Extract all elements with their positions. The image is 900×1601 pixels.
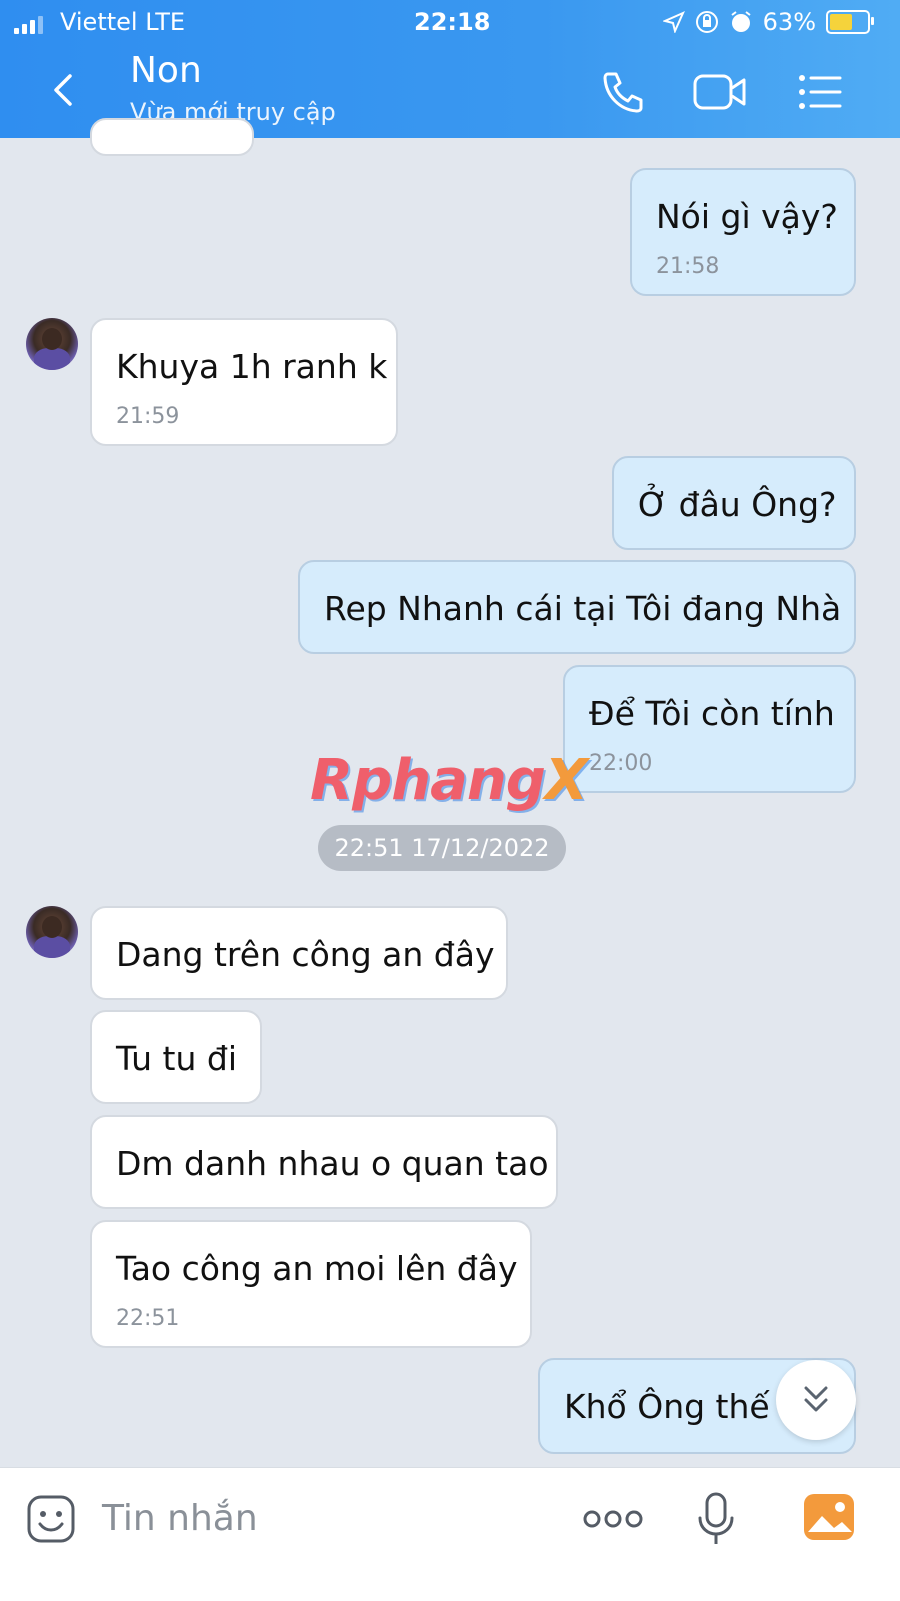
more-icon[interactable] [582,1504,644,1534]
message-text: Tu tu đi [116,1039,238,1078]
message-list[interactable]: Nói gì vậy? 21:58 Khuya 1h ranh k 21:59 … [0,118,900,1498]
message-bubble-in[interactable]: Dm danh nhau o quan tao [90,1115,558,1209]
rotation-lock-icon [695,11,718,33]
contact-avatar[interactable] [26,318,78,370]
microphone-icon[interactable] [694,1490,738,1550]
message-bubble-in[interactable]: Tao công an moi lên đây 22:51 [90,1220,532,1348]
message-text: Tao công an moi lên đây [116,1249,518,1288]
carrier-label: Viettel LTE [60,8,186,36]
battery-percent: 63% [762,8,816,36]
message-bubble-out[interactable]: Nói gì vậy? 21:58 [630,168,856,296]
battery-icon [826,10,874,34]
phone-icon[interactable] [598,68,650,116]
message-time: 21:58 [656,254,720,279]
message-input[interactable]: Tin nhắn [102,1498,258,1539]
message-bubble-in[interactable]: Khuya 1h ranh k 21:59 [90,318,398,446]
message-time: 22:51 [116,1306,180,1331]
message-bubble-out[interactable]: Ở đâu Ông? [612,456,856,550]
message-bubble-in[interactable]: Dang trên công an đây [90,906,508,1000]
message-bubble-out[interactable]: Để Tôi còn tính 22:00 [563,665,856,793]
message-time: 21:59 [116,404,180,429]
message-text: Dang trên công an đây [116,935,495,974]
message-text: Khuya 1h ranh k [116,347,388,386]
image-icon[interactable] [802,1492,856,1542]
message-text: Ở đâu Ông? [638,485,837,524]
contact-avatar[interactable] [26,906,78,958]
message-bubble-clipped [90,118,254,156]
message-bubble-out[interactable]: Rep Nhanh cái tại Tôi đang Nhà [298,560,856,654]
status-bar: Viettel LTE 22:18 63% [0,8,900,38]
signal-icon [14,14,43,34]
watermark-logo: RphangX [310,748,588,813]
double-chevron-down-icon [804,1386,828,1412]
message-text: Rep Nhanh cái tại Tôi đang Nhà [324,589,842,628]
clock: 22:18 [414,8,491,36]
message-text: Nói gì vậy? [656,197,838,236]
sticker-icon[interactable] [26,1494,76,1544]
back-icon[interactable] [46,70,86,110]
date-separator: 22:51 17/12/2022 [318,825,566,871]
menu-icon[interactable] [794,68,846,116]
message-time: 22:00 [589,751,653,776]
message-text: Dm danh nhau o quan tao [116,1144,549,1183]
contact-name[interactable]: Non [130,50,202,91]
message-bubble-in[interactable]: Tu tu đi [90,1010,262,1104]
message-text: Để Tôi còn tính [589,694,835,733]
message-input-bar: Tin nhắn [0,1467,900,1601]
scroll-to-bottom-button[interactable] [776,1360,856,1440]
location-icon [662,11,685,33]
alarm-icon [731,11,751,32]
video-call-icon[interactable] [692,68,748,116]
